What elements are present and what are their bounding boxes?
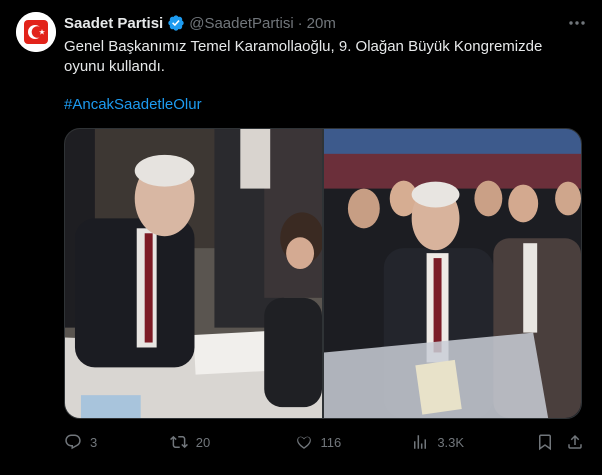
heart-icon	[296, 436, 311, 449]
bookmark-button[interactable]	[536, 433, 566, 451]
like-count: 116	[320, 434, 342, 450]
photo-ballot-box[interactable]	[324, 129, 581, 418]
photo-signing[interactable]	[65, 129, 322, 418]
hashtag-link[interactable]: #AncakSaadetleOlur	[64, 95, 202, 115]
retweet-icon	[169, 435, 188, 449]
share-icon	[568, 434, 582, 449]
separator-dot: ·	[297, 14, 303, 32]
reply-count: 3	[90, 434, 98, 450]
avatar[interactable]	[16, 12, 56, 52]
retweet-count: 20	[195, 434, 211, 450]
author-name[interactable]: Saadet Partisi	[64, 15, 163, 32]
timestamp[interactable]: 20m	[307, 15, 336, 32]
tweet[interactable]: Saadet Partisi @SaadetPartisi · 20m Gene…	[0, 0, 602, 475]
reply-icon	[65, 434, 81, 450]
views-count: 3.3K	[437, 434, 465, 450]
action-bar: 3 20 116 3.3K	[64, 428, 584, 456]
like-button[interactable]: 116	[295, 433, 412, 451]
party-logo-icon	[16, 12, 56, 52]
analytics-icon	[414, 435, 427, 449]
views-button[interactable]: 3.3K	[411, 433, 536, 451]
tweet-header: Saadet Partisi @SaadetPartisi · 20m	[64, 13, 586, 33]
bookmark-icon	[539, 434, 552, 451]
more-options-icon[interactable]	[566, 14, 588, 32]
media-grid	[64, 128, 582, 419]
tweet-text: Genel Başkanımız Temel Karamollaoğlu, 9.…	[64, 38, 543, 75]
reply-button[interactable]: 3	[64, 433, 170, 451]
author-handle[interactable]: @SaadetPartisi	[189, 15, 293, 32]
retweet-button[interactable]: 20	[169, 433, 295, 451]
share-button[interactable]	[566, 433, 584, 451]
verified-badge-icon	[167, 14, 185, 32]
